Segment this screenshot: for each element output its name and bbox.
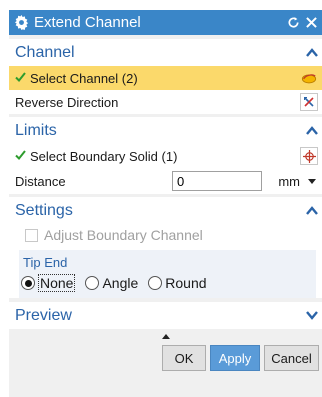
radio-unselected-icon (85, 276, 100, 290)
channel-group-header[interactable]: Channel (9, 39, 322, 66)
unit-value: mm (278, 173, 300, 189)
radio-none-label: None (38, 274, 76, 292)
channel-group-title: Channel (15, 43, 75, 61)
adjust-boundary-row: Adjust Boundary Channel (9, 224, 322, 246)
preview-group-header[interactable]: Preview (9, 302, 322, 329)
distance-input[interactable] (172, 171, 262, 191)
limits-group-header[interactable]: Limits (9, 117, 322, 144)
radio-angle[interactable]: Angle (85, 275, 138, 291)
settings-group: Settings Adjust Boundary Channel Tip End… (9, 197, 322, 298)
ok-button[interactable]: OK (162, 345, 206, 371)
channel-group: Channel Select Channel (2) Reverse Direc… (9, 39, 322, 114)
radio-none[interactable]: None (21, 274, 76, 292)
distance-row: Distance mm (9, 168, 322, 194)
preview-group-title: Preview (15, 306, 72, 324)
select-channel-row[interactable]: Select Channel (2) (9, 66, 322, 90)
radio-round-label: Round (165, 275, 207, 291)
chevron-up-icon[interactable] (305, 46, 319, 60)
dialog-footer: OK Apply Cancel (9, 343, 322, 371)
tip-end-group: Tip End None Angle Round (19, 250, 316, 298)
settings-group-title: Settings (15, 201, 73, 219)
checkmark-icon (15, 71, 26, 85)
adjust-boundary-checkbox (25, 228, 38, 242)
chevron-up-icon[interactable] (305, 204, 319, 218)
apply-button[interactable]: Apply (210, 345, 260, 371)
tip-end-options: None Angle Round (21, 272, 312, 294)
select-channel-label: Select Channel (2) (30, 70, 138, 86)
chevron-down-icon[interactable] (305, 309, 319, 323)
distance-label: Distance (15, 173, 66, 189)
radio-angle-label: Angle (102, 275, 139, 291)
less-options-toggle[interactable] (9, 329, 322, 343)
chevron-down-icon (308, 178, 316, 184)
tip-end-title: Tip End (23, 254, 68, 270)
radio-unselected-icon (148, 276, 163, 290)
checkmark-icon (15, 149, 26, 163)
chevron-up-icon (161, 333, 170, 339)
adjust-boundary-label: Adjust Boundary Channel (44, 227, 203, 243)
extend-channel-dialog: Extend Channel Channel Select Channel (2… (9, 10, 322, 397)
chevron-up-icon[interactable] (305, 124, 319, 138)
radio-round[interactable]: Round (148, 275, 207, 291)
cancel-button[interactable]: Cancel (264, 345, 319, 371)
reverse-direction-icon[interactable] (300, 93, 318, 111)
select-boundary-row[interactable]: Select Boundary Solid (1) (9, 144, 322, 168)
reverse-direction-row[interactable]: Reverse Direction (9, 90, 322, 114)
dialog-title: Extend Channel (34, 14, 141, 31)
limits-group: Limits Select Boundary Solid (1) Distanc… (9, 117, 322, 194)
title-bar[interactable]: Extend Channel (9, 10, 322, 35)
select-boundary-label: Select Boundary Solid (1) (30, 148, 178, 164)
curve-select-icon[interactable] (300, 69, 318, 87)
unit-dropdown[interactable]: mm (262, 171, 318, 191)
preview-group: Preview (9, 302, 322, 329)
radio-selected-icon (21, 276, 35, 290)
gear-icon (13, 15, 29, 31)
limits-group-title: Limits (15, 121, 57, 139)
crosshair-icon[interactable] (300, 147, 318, 165)
close-icon[interactable] (304, 15, 318, 31)
reverse-direction-label: Reverse Direction (15, 94, 119, 110)
settings-group-header[interactable]: Settings (9, 197, 322, 224)
reset-icon[interactable] (286, 15, 300, 31)
